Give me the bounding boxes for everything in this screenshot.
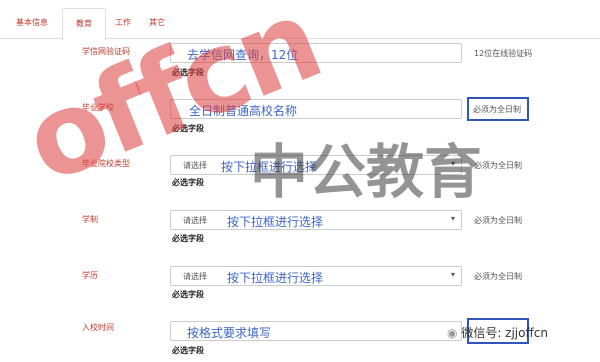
chevron-down-icon: ▾ (450, 270, 455, 279)
label-enrollment-date: 入校时间 (82, 323, 114, 332)
school-type-selected: 请选择 (183, 161, 207, 170)
enrollment-date-hint: 按格式要求填写 (187, 326, 272, 340)
education-level-note: 必须为全日制 (474, 272, 522, 281)
enrollment-date-input[interactable]: 按格式要求填写 (170, 321, 462, 341)
duration-hint: 按下拉框进行选择 (227, 215, 324, 229)
education-level-selected: 请选择 (183, 272, 207, 281)
required-field-label: 必选字段 (172, 290, 204, 299)
graduation-school-note: 必须为全日制 (473, 105, 521, 114)
duration-note: 必须为全日制 (474, 216, 522, 225)
duration-select[interactable]: 请选择 按下拉框进行选择 ▾ (170, 210, 462, 230)
required-field-label: 必选字段 (172, 234, 204, 243)
education-level-hint: 按下拉框进行选择 (227, 271, 324, 285)
label-duration: 学制 (82, 215, 98, 224)
wechat-id-text: 微信号: zjjoffcn (461, 326, 548, 340)
label-education-level: 学历 (82, 271, 98, 280)
required-field-label: 必选字段 (172, 346, 204, 355)
tab-basic-info[interactable]: 基本信息 (10, 8, 54, 38)
brand-watermark-chinese: 中公教育 (250, 138, 483, 206)
chevron-down-icon: ▾ (450, 214, 455, 223)
education-level-select[interactable]: 请选择 按下拉框进行选择 ▾ (170, 266, 462, 286)
wechat-id: ◉ 微信号: zjjoffcn (447, 324, 548, 341)
wechat-icon: ◉ (447, 326, 458, 340)
verification-code-note: 12位在线验证码 (474, 49, 533, 58)
tab-education[interactable]: 教育 (62, 8, 106, 40)
duration-selected: 请选择 (183, 216, 207, 225)
tab-work[interactable]: 工作 (110, 8, 136, 38)
required-field-label: 必选字段 (172, 178, 204, 187)
